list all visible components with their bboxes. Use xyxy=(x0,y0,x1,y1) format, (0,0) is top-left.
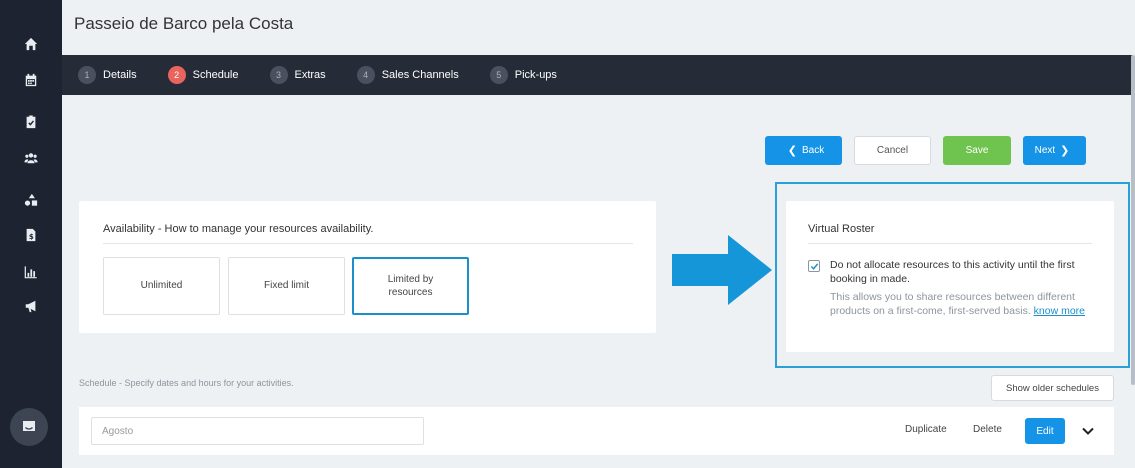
divider xyxy=(103,243,633,244)
back-button[interactable]: ❮ Back xyxy=(765,136,842,165)
step-number: 2 xyxy=(167,66,186,84)
step-number: 3 xyxy=(269,66,288,84)
schedule-label: Schedule - Specify dates and hours for y… xyxy=(79,378,294,388)
check-icon xyxy=(810,262,818,270)
chat-icon[interactable] xyxy=(10,408,48,446)
cancel-button[interactable]: Cancel xyxy=(854,136,931,165)
roster-title: Virtual Roster xyxy=(808,223,875,235)
left-sidebar: $ xyxy=(0,0,62,468)
step-label: Pick-ups xyxy=(514,69,557,81)
clipboard-icon[interactable] xyxy=(0,108,62,136)
know-more-link[interactable]: know more xyxy=(1034,305,1085,317)
availability-option-fixed-limit[interactable]: Fixed limit xyxy=(228,257,345,315)
megaphone-icon[interactable] xyxy=(0,292,62,320)
duplicate-button[interactable]: Duplicate xyxy=(905,424,947,435)
calendar-icon[interactable] xyxy=(0,66,62,94)
step-number: 5 xyxy=(489,66,508,84)
next-button[interactable]: Next ❯ xyxy=(1023,136,1086,165)
chevron-down-icon[interactable] xyxy=(1079,422,1097,440)
step-label: Extras xyxy=(294,69,326,81)
page-title: Passeio de Barco pela Costa xyxy=(74,14,294,33)
wizard-stepper: 1 Details 2 Schedule 3 Extras 4 Sales Ch… xyxy=(62,55,1132,95)
arrow-right-icon xyxy=(672,235,772,305)
option-label: Limited by resources xyxy=(387,273,434,299)
invoice-icon[interactable]: $ xyxy=(0,221,62,249)
availability-option-unlimited[interactable]: Unlimited xyxy=(103,257,220,315)
step-pick-ups[interactable]: 5 Pick-ups xyxy=(489,66,557,84)
roster-help-text: This allows you to share resources betwe… xyxy=(830,290,1100,318)
step-schedule[interactable]: 2 Schedule xyxy=(167,66,239,84)
chart-icon[interactable] xyxy=(0,258,62,286)
availability-card: Availability - How to manage your resour… xyxy=(79,201,656,333)
next-button-label: Next xyxy=(1034,145,1056,156)
availability-option-limited-by-resources[interactable]: Limited by resources xyxy=(352,257,469,315)
step-sales-channels[interactable]: 4 Sales Channels xyxy=(356,66,459,84)
roster-checkbox[interactable] xyxy=(808,260,820,272)
home-icon[interactable] xyxy=(0,30,62,58)
step-label: Schedule xyxy=(192,69,239,81)
scrollbar[interactable] xyxy=(1131,55,1135,385)
virtual-roster-card: Virtual Roster Do not allocate resources… xyxy=(786,201,1114,352)
save-button[interactable]: Save xyxy=(943,136,1011,165)
chevron-right-icon: ❯ xyxy=(1060,145,1070,157)
edit-button[interactable]: Edit xyxy=(1025,418,1065,444)
svg-text:$: $ xyxy=(29,233,34,241)
step-number: 1 xyxy=(78,66,96,84)
users-icon[interactable] xyxy=(0,144,62,172)
divider xyxy=(808,243,1092,244)
back-button-label: Back xyxy=(801,145,825,156)
chevron-left-icon: ❮ xyxy=(787,145,797,157)
show-older-schedules-button[interactable]: Show older schedules xyxy=(991,375,1114,401)
schedule-row: Duplicate Delete Edit xyxy=(79,407,1114,455)
resources-icon[interactable] xyxy=(0,186,62,214)
schedule-name-input[interactable] xyxy=(91,417,424,445)
step-details[interactable]: 1 Details xyxy=(78,66,137,84)
step-extras[interactable]: 3 Extras xyxy=(269,66,326,84)
step-label: Details xyxy=(103,69,137,81)
availability-title: Availability - How to manage your resour… xyxy=(103,223,374,235)
delete-button[interactable]: Delete xyxy=(973,424,1002,435)
roster-description: Do not allocate resources to this activi… xyxy=(830,259,1075,286)
step-number: 4 xyxy=(356,66,375,84)
step-label: Sales Channels xyxy=(381,69,459,81)
